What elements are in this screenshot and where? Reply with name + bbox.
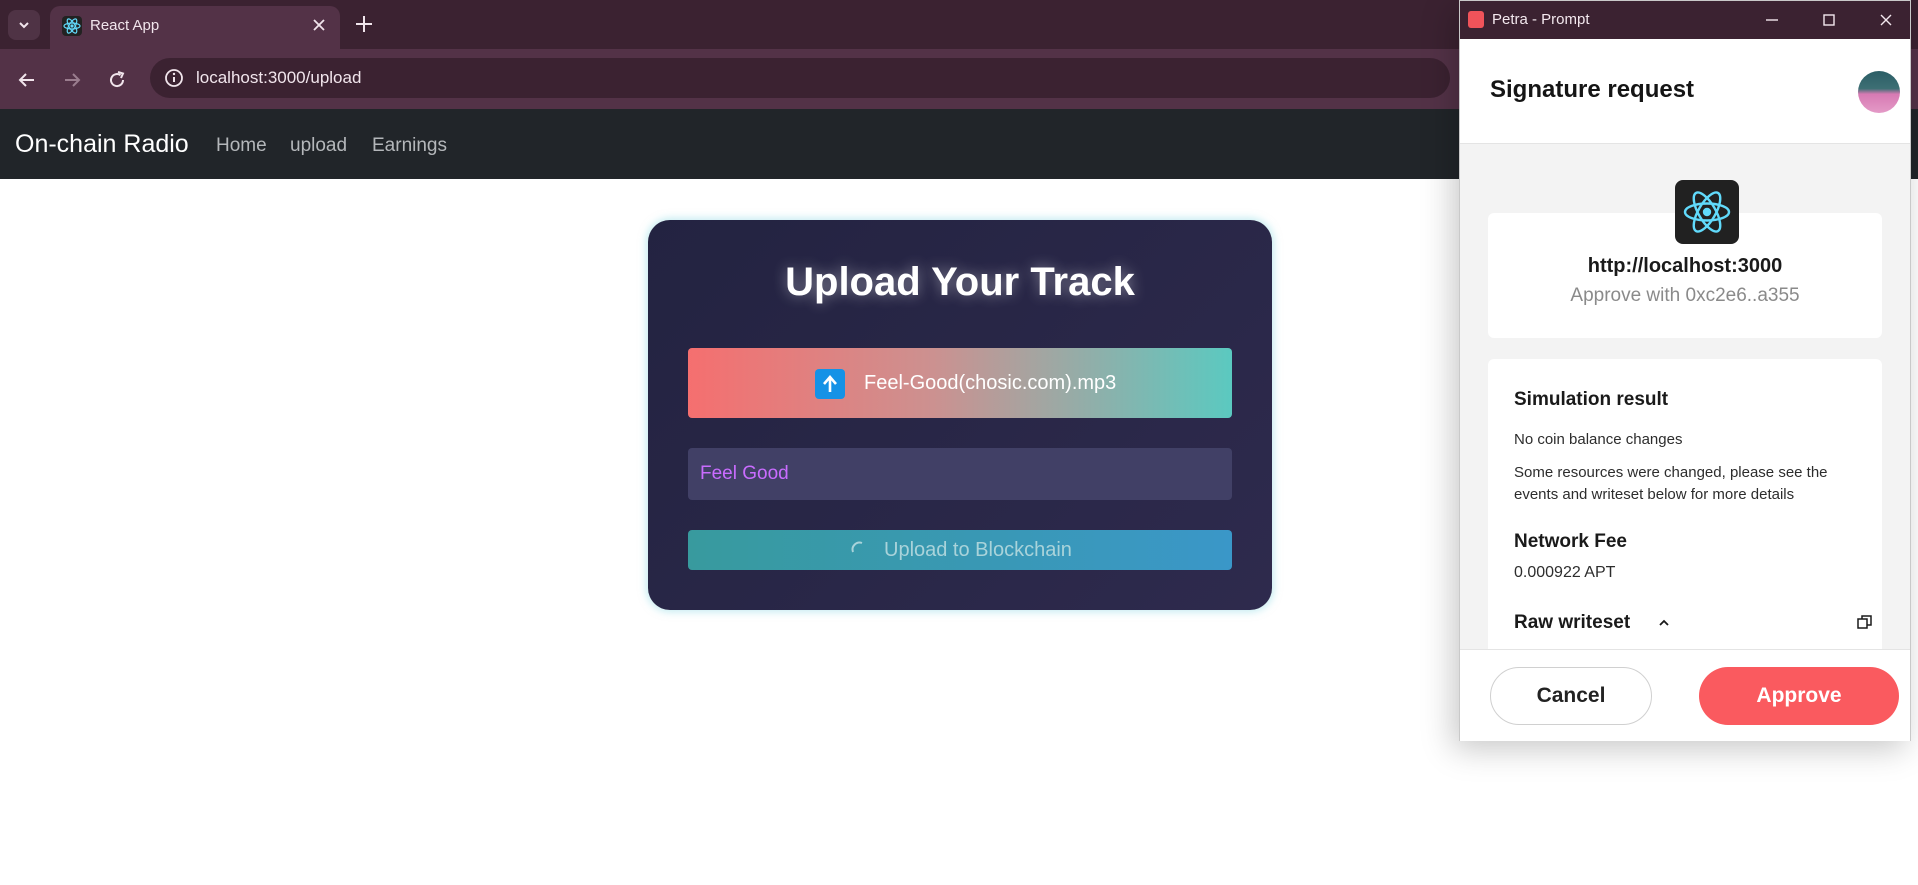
react-app-icon [1675, 180, 1739, 244]
approve-with-address: Approve with 0xc2e6..a355 [1570, 285, 1800, 306]
copy-icon[interactable] [1855, 612, 1875, 632]
address-bar[interactable]: localhost:3000/upload [150, 58, 1450, 98]
window-close-icon[interactable] [1876, 10, 1896, 30]
track-title-input[interactable] [688, 448, 1232, 500]
raw-writeset-toggle[interactable]: Raw writeset [1514, 612, 1630, 634]
simulation-result-title: Simulation result [1514, 389, 1669, 410]
reload-icon [110, 71, 125, 88]
upload-to-blockchain-button[interactable]: Upload to Blockchain [688, 530, 1232, 570]
tab-list-icon [19, 22, 29, 29]
upload-card: Upload Your Track Feel-Good(chosic.com).… [648, 220, 1272, 610]
file-picker-button[interactable]: Feel-Good(chosic.com).mp3 [688, 348, 1232, 418]
tab-list-button[interactable] [8, 10, 40, 40]
network-fee-value: 0.000922 APT [1514, 564, 1616, 581]
tab-close-icon[interactable] [310, 16, 328, 34]
petra-titlebar[interactable]: Petra - Prompt [1460, 1, 1910, 39]
maximize-icon[interactable] [1819, 10, 1839, 30]
back-button[interactable] [14, 67, 40, 93]
selected-file-name: Feel-Good(chosic.com).mp3 [864, 372, 1117, 394]
account-avatar[interactable] [1858, 71, 1900, 113]
react-favicon-icon [62, 16, 82, 36]
site-info-icon[interactable] [162, 66, 186, 90]
signature-request-heading: Signature request [1490, 76, 1695, 103]
back-icon [18, 73, 34, 87]
address-url: localhost:3000/upload [196, 68, 362, 87]
upload-arrow-icon [815, 369, 845, 399]
loading-spinner-icon [851, 541, 863, 553]
cancel-button[interactable]: Cancel [1490, 667, 1652, 725]
navbar-brand[interactable]: On-chain Radio [15, 130, 189, 159]
tab-title: React App [90, 17, 160, 34]
nav-link-earnings[interactable]: Earnings [372, 135, 447, 157]
network-fee-title: Network Fee [1514, 531, 1627, 552]
new-tab-icon[interactable] [352, 12, 376, 36]
nav-link-upload[interactable]: upload [290, 135, 347, 157]
resources-changed-line-2: events and writeset below for more detai… [1514, 486, 1795, 503]
petra-logo-icon [1468, 11, 1484, 28]
resources-changed-line-1: Some resources were changed, please see … [1514, 464, 1828, 481]
upload-button-label: Upload to Blockchain [884, 539, 1072, 561]
upload-card-title: Upload Your Track [785, 260, 1135, 304]
reload-button[interactable] [104, 67, 130, 93]
forward-button[interactable] [59, 67, 85, 93]
balance-change-text: No coin balance changes [1514, 431, 1683, 448]
chevron-up-icon[interactable] [1657, 613, 1671, 633]
minimize-icon[interactable] [1762, 10, 1782, 30]
nav-link-home[interactable]: Home [216, 135, 267, 157]
forward-icon [65, 73, 81, 87]
petra-header: Signature request [1460, 39, 1910, 144]
approve-button[interactable]: Approve [1699, 667, 1899, 725]
browser-tab[interactable]: React App [50, 6, 340, 49]
petra-prompt-window: Petra - Prompt Signature request http://… [1459, 0, 1911, 741]
petra-window-title: Petra - Prompt [1492, 11, 1590, 28]
dapp-origin-url: http://localhost:3000 [1587, 255, 1783, 277]
